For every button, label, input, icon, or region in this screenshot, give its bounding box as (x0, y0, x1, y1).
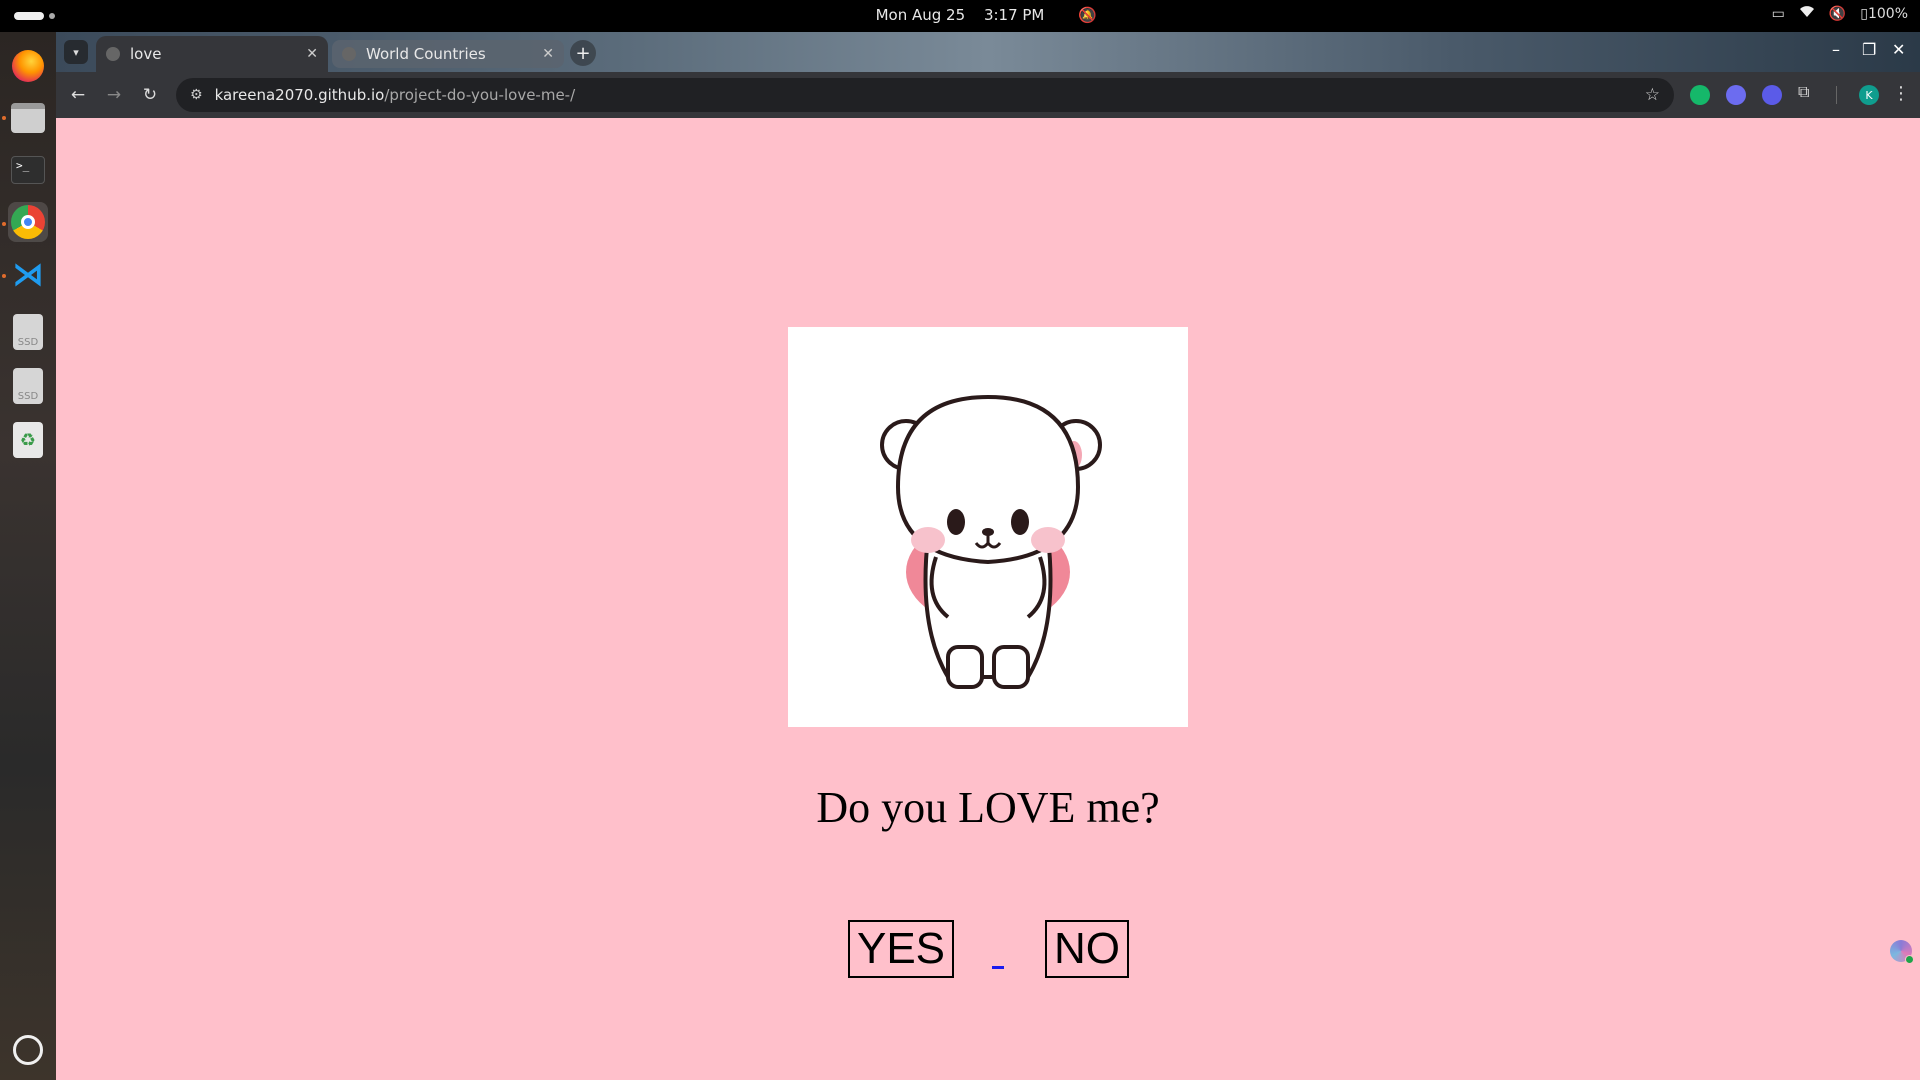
time-text: 3:17 PM (983, 6, 1045, 24)
no-button[interactable]: NO (1045, 920, 1129, 978)
dock-trash[interactable]: ♻ (8, 420, 48, 460)
extension-icon[interactable] (1726, 85, 1746, 105)
floating-assistant-icon[interactable] (1890, 940, 1914, 964)
tab-title: World Countries (366, 45, 486, 63)
terminal-icon: >_ (11, 156, 45, 184)
toolbar-divider (1836, 86, 1837, 104)
profile-avatar[interactable]: K (1859, 85, 1879, 105)
chrome-icon (11, 205, 45, 239)
running-indicator (2, 222, 6, 226)
address-bar[interactable]: ⚙ kareena2070.github.io/project-do-you-l… (176, 78, 1674, 112)
wifi-icon (1799, 6, 1815, 22)
reload-icon: ↻ (142, 85, 158, 105)
notifications-muted-icon[interactable]: 🔕 (1078, 6, 1097, 24)
dock-ssd-1[interactable]: SSD (8, 312, 48, 352)
browser-tab-strip: ▾ love ✕ World Countries ✕ + – ❐ ✕ (56, 32, 1920, 72)
url-path: /project-do-you-love-me-/ (384, 86, 576, 104)
bookmark-star-icon[interactable]: ☆ (1645, 85, 1660, 105)
system-tray[interactable]: ▭ 🔇 ▯100% (1772, 6, 1908, 22)
display-icon: ▭ (1771, 6, 1785, 22)
more-menu-icon[interactable]: ⋮ (1892, 83, 1910, 104)
clock[interactable]: Mon Aug 25 3:17 PM (0, 6, 1920, 24)
close-icon[interactable]: ✕ (306, 46, 318, 62)
tab-search-button[interactable]: ▾ (64, 40, 88, 64)
firefox-icon (12, 50, 44, 82)
plus-icon: + (575, 42, 591, 64)
grammarly-extension-icon[interactable] (1690, 85, 1710, 105)
globe-icon (106, 47, 120, 61)
ssd-drive-icon: SSD (13, 314, 43, 350)
tab-title: love (130, 45, 162, 63)
date-text: Mon Aug 25 (875, 6, 966, 24)
dock-firefox[interactable] (8, 46, 48, 86)
yes-button[interactable]: YES (848, 920, 954, 978)
close-icon[interactable]: ✕ (542, 46, 554, 62)
extension-icon[interactable] (1762, 85, 1782, 105)
tab-love[interactable]: love ✕ (96, 36, 328, 72)
ssd-drive-icon: SSD (13, 368, 43, 404)
files-icon (11, 103, 45, 133)
new-tab-button[interactable]: + (570, 40, 596, 66)
back-button[interactable]: ← (66, 83, 90, 107)
minimize-button[interactable]: – (1832, 40, 1840, 59)
show-apps-icon (13, 1035, 43, 1065)
close-window-button[interactable]: ✕ (1892, 40, 1905, 59)
dock-terminal[interactable]: >_ (8, 150, 48, 190)
love-question: Do you LOVE me? (816, 783, 1160, 832)
browser-toolbar: ← → ↻ ⚙ kareena2070.github.io/project-do… (56, 72, 1920, 118)
dock-vscode[interactable]: ⋊ (8, 254, 48, 294)
dock-chrome[interactable] (8, 202, 48, 242)
link-underline[interactable] (992, 966, 1004, 969)
system-top-bar: Mon Aug 25 3:17 PM 🔕 ▭ 🔇 ▯100% (0, 0, 1920, 32)
battery-icon: ▯100% (1860, 6, 1908, 22)
restore-button[interactable]: ❐ (1862, 40, 1876, 59)
url-host: kareena2070.github.io (214, 86, 385, 104)
dock-ssd-2[interactable]: SSD (8, 366, 48, 406)
arrow-left-icon: ← (70, 85, 86, 105)
dock-show-apps[interactable] (8, 1030, 48, 1070)
page-content: Do you LOVE me? YES NO (56, 118, 1920, 1080)
globe-icon (342, 47, 356, 61)
chevron-down-icon: ▾ (73, 45, 79, 59)
bear-image (788, 327, 1188, 727)
running-indicator (2, 274, 6, 278)
dock: >_ ⋊ SSD SSD ♻ (0, 32, 56, 1080)
arrow-right-icon: → (106, 85, 122, 105)
trash-icon: ♻ (13, 422, 43, 458)
vscode-icon: ⋊ (12, 255, 44, 293)
site-settings-icon[interactable]: ⚙ (190, 87, 203, 103)
puzzle-icon[interactable]: ⧉ (1798, 82, 1818, 102)
forward-button[interactable]: → (102, 83, 126, 107)
tab-world-countries[interactable]: World Countries ✕ (332, 40, 564, 68)
dock-files[interactable] (8, 98, 48, 138)
bear-illustration (880, 394, 1102, 689)
volume-muted-icon: 🔇 (1828, 6, 1847, 22)
battery-percent: 100% (1867, 6, 1908, 22)
running-indicator (2, 116, 6, 120)
reload-button[interactable]: ↻ (138, 83, 162, 107)
